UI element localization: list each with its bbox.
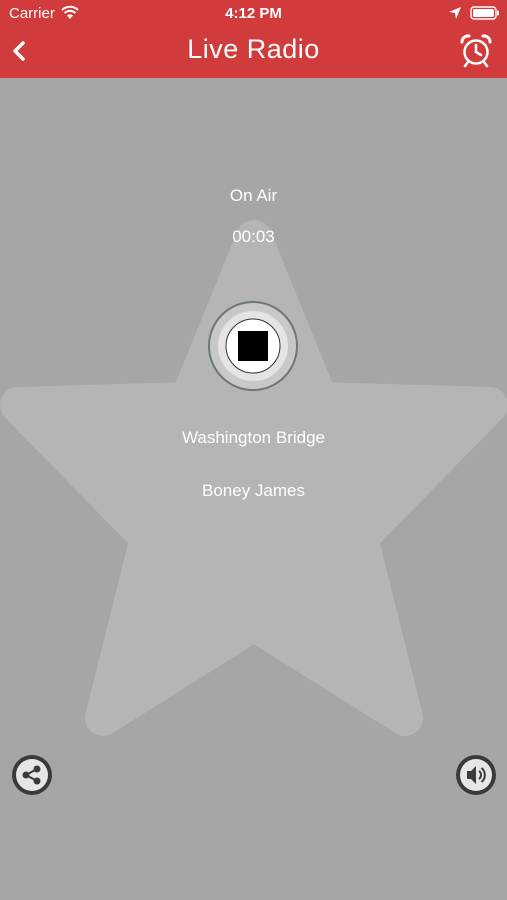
- nav-bar: Live Radio: [0, 28, 507, 78]
- status-bar: Carrier 4:12 PM: [0, 0, 507, 28]
- location-arrow-icon: [449, 7, 461, 19]
- track-title: Washington Bridge: [181, 428, 325, 447]
- battery-icon: [470, 6, 499, 20]
- elapsed-time: 00:03: [232, 227, 275, 246]
- page-title: Live Radio: [187, 34, 320, 64]
- player-area: On Air 00:03 Washington Bridge Boney Jam…: [0, 78, 507, 900]
- share-icon[interactable]: [11, 754, 53, 796]
- stop-button[interactable]: [208, 301, 298, 391]
- header: Carrier 4:12 PM Live Radio: [0, 0, 507, 78]
- artist-name: Boney James: [202, 481, 305, 500]
- stop-icon: [238, 331, 268, 361]
- status-time: 4:12 PM: [225, 5, 282, 22]
- on-air-status: On Air: [229, 186, 278, 205]
- alarm-clock-icon[interactable]: [458, 32, 494, 68]
- volume-icon[interactable]: [455, 754, 497, 796]
